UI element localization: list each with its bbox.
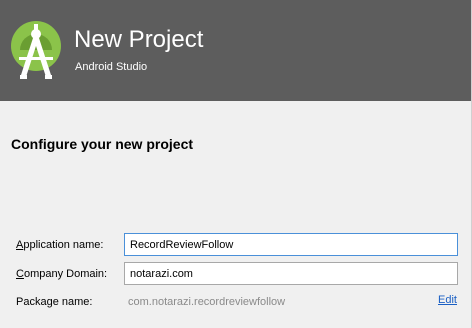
application-name-input[interactable] xyxy=(124,233,458,256)
edit-package-link[interactable]: Edit xyxy=(438,294,457,306)
company-domain-mnemonic: C xyxy=(16,268,24,280)
company-domain-input[interactable] xyxy=(124,262,458,285)
package-name-value: com.notarazi.recordreviewfollow xyxy=(128,296,286,308)
android-studio-logo-icon xyxy=(11,21,61,79)
company-domain-label: Company Domain: xyxy=(16,268,107,280)
application-name-label-text: pplication name: xyxy=(23,239,104,251)
package-name-label: Package name: xyxy=(16,296,93,308)
company-domain-label-text: ompany Domain: xyxy=(23,268,108,280)
header-banner: New Project Android Studio xyxy=(0,0,472,101)
configure-panel: Configure your new project Application n… xyxy=(0,101,472,328)
window-title: New Project xyxy=(74,26,204,53)
window-subtitle: Android Studio xyxy=(75,61,148,73)
page-heading: Configure your new project xyxy=(11,136,194,152)
new-project-window: New Project Android Studio Configure you… xyxy=(0,0,472,328)
application-name-label: Application name: xyxy=(16,239,103,251)
